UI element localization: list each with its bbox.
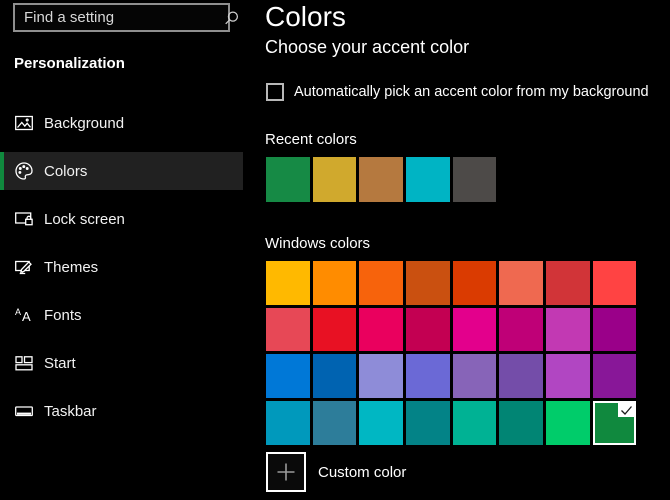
color-swatch[interactable] [359, 354, 403, 398]
settings-window: Personalization Background Colors Lock scr… [0, 0, 670, 500]
color-swatch[interactable] [313, 401, 357, 445]
sidebar-item-fonts[interactable]: AA Fonts [0, 296, 243, 334]
check-icon [618, 403, 634, 417]
color-swatch[interactable] [453, 261, 497, 305]
fonts-icon: AA [14, 305, 34, 325]
color-swatch[interactable] [406, 261, 450, 305]
color-swatch[interactable] [359, 157, 403, 202]
sidebar-item-taskbar[interactable]: Taskbar [0, 392, 243, 430]
custom-color-button[interactable] [266, 452, 306, 492]
color-swatch[interactable] [406, 157, 450, 202]
lock-screen-icon [14, 209, 34, 229]
search-input[interactable] [15, 9, 223, 26]
color-swatch[interactable] [359, 261, 403, 305]
color-swatch[interactable] [406, 401, 450, 445]
sidebar-item-label: Fonts [44, 307, 82, 324]
main-content: Colors Choose your accent color Automati… [265, 0, 670, 500]
sidebar-heading: Personalization [14, 55, 125, 72]
color-swatch[interactable] [593, 308, 637, 352]
themes-icon [14, 257, 34, 277]
sidebar: Personalization Background Colors Lock scr… [0, 0, 245, 500]
color-swatch[interactable] [266, 308, 310, 352]
auto-accent-label: Automatically pick an accent color from … [294, 84, 649, 100]
auto-accent-row: Automatically pick an accent color from … [266, 83, 649, 101]
color-swatch[interactable] [593, 354, 637, 398]
color-swatch[interactable] [453, 157, 497, 202]
color-swatch[interactable] [359, 401, 403, 445]
color-swatch[interactable] [453, 308, 497, 352]
start-icon [14, 353, 34, 373]
sidebar-item-label: Lock screen [44, 211, 125, 228]
sidebar-item-start[interactable]: Start [0, 344, 243, 382]
search-box[interactable] [13, 3, 230, 32]
sidebar-nav: Background Colors Lock screen Themes AA Fonts… [0, 104, 243, 440]
color-swatch[interactable] [266, 401, 310, 445]
sidebar-item-colors[interactable]: Colors [0, 152, 243, 190]
recent-colors-heading: Recent colors [265, 131, 357, 148]
color-swatch[interactable] [499, 401, 543, 445]
color-swatch[interactable] [546, 261, 590, 305]
color-swatch[interactable] [313, 157, 357, 202]
selected-item-accent-bar [0, 152, 4, 190]
color-swatch[interactable] [453, 354, 497, 398]
color-swatch[interactable] [313, 354, 357, 398]
custom-color-row: Custom color [266, 452, 406, 492]
taskbar-icon [14, 401, 34, 421]
svg-text:A: A [22, 309, 31, 324]
windows-colors-heading: Windows colors [265, 235, 370, 252]
color-swatch[interactable] [546, 354, 590, 398]
color-swatch[interactable] [453, 401, 497, 445]
auto-accent-checkbox[interactable] [266, 83, 284, 101]
sidebar-item-label: Start [44, 355, 76, 372]
search-icon[interactable] [223, 9, 241, 27]
sidebar-item-label: Background [44, 115, 124, 132]
plus-icon [275, 461, 297, 483]
color-swatch[interactable] [313, 261, 357, 305]
color-swatch[interactable] [266, 261, 310, 305]
sidebar-item-themes[interactable]: Themes [0, 248, 243, 286]
color-swatch[interactable] [499, 261, 543, 305]
sidebar-item-background[interactable]: Background [0, 104, 243, 142]
svg-text:A: A [15, 307, 21, 317]
recent-colors-grid [266, 157, 496, 202]
color-swatch[interactable] [546, 401, 590, 445]
background-icon [14, 113, 34, 133]
color-swatch[interactable] [499, 354, 543, 398]
sidebar-item-label: Taskbar [44, 403, 97, 420]
color-swatch[interactable] [313, 308, 357, 352]
color-swatch[interactable] [546, 308, 590, 352]
color-swatch[interactable] [266, 354, 310, 398]
sidebar-item-label: Colors [44, 163, 87, 180]
color-swatch[interactable] [406, 354, 450, 398]
sidebar-item-lock-screen[interactable]: Lock screen [0, 200, 243, 238]
color-swatch[interactable] [499, 308, 543, 352]
windows-colors-grid [266, 261, 636, 445]
colors-icon [14, 161, 34, 181]
color-swatch[interactable] [593, 261, 637, 305]
page-title: Colors [265, 2, 346, 32]
selected-color-swatch[interactable] [593, 401, 637, 445]
color-swatch[interactable] [359, 308, 403, 352]
color-swatch[interactable] [266, 157, 310, 202]
custom-color-label: Custom color [318, 464, 406, 481]
color-swatch[interactable] [406, 308, 450, 352]
page-subtitle: Choose your accent color [265, 35, 469, 59]
sidebar-item-label: Themes [44, 259, 98, 276]
